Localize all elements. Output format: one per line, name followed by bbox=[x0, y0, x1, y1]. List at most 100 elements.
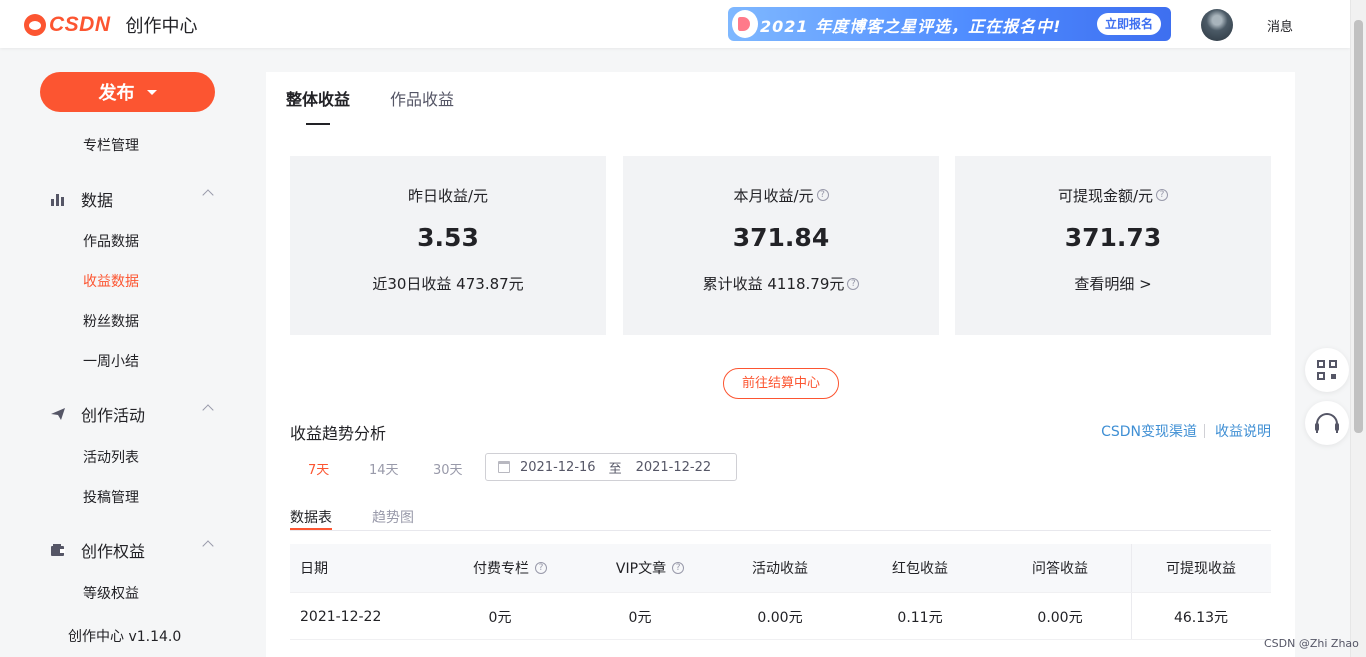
qr-code-button[interactable] bbox=[1305, 348, 1349, 392]
wallet-icon bbox=[50, 542, 66, 558]
stat-yesterday: 昨日收益/元 3.53 近30日收益 473.87元 bbox=[290, 156, 606, 335]
sidebar-group-activities[interactable]: 创作活动 bbox=[50, 402, 214, 426]
view-tabs: 数据表 趋势图 bbox=[290, 507, 1271, 531]
income-explanation-link[interactable]: 收益说明 bbox=[1215, 421, 1271, 441]
sidebar-item-level-rights[interactable]: 等级权益 bbox=[83, 583, 139, 603]
range-selector: 7天 14天 30天 bbox=[308, 459, 463, 478]
csdn-logo-icon bbox=[24, 14, 46, 36]
income-card: 整体收益 作品收益 昨日收益/元 3.53 近30日收益 473.87元 本月收… bbox=[266, 72, 1295, 657]
banner-signup-button[interactable]: 立即报名 bbox=[1096, 13, 1161, 35]
version-label: 创作中心 v1.14.0 bbox=[68, 629, 182, 645]
calendar-icon bbox=[498, 461, 510, 473]
stat-label: 昨日收益/元 bbox=[407, 186, 489, 205]
range-30-days[interactable]: 30天 bbox=[433, 459, 463, 478]
income-table: 日期 付费专栏? VIP文章? 活动收益 红包收益 问答收益 可提现收益 202… bbox=[290, 544, 1271, 640]
cell-date: 2021-12-22 bbox=[300, 609, 382, 625]
stat-value: 371.84 bbox=[732, 223, 830, 252]
help-icon[interactable]: ? bbox=[1156, 189, 1169, 201]
date-range-picker[interactable]: 2021-12-16 至 2021-12-22 bbox=[485, 453, 737, 481]
sidebar-item-works-data[interactable]: 作品数据 bbox=[83, 231, 139, 251]
sidebar-item-column-manage[interactable]: 专栏管理 bbox=[83, 135, 139, 155]
help-icon[interactable]: ? bbox=[535, 562, 547, 574]
banner-text: 2021 年度博客之星评选，正在报名中! bbox=[760, 17, 1062, 36]
sidebar-group-data[interactable]: 数据 bbox=[50, 187, 214, 211]
tab-trend-chart[interactable]: 趋势图 bbox=[372, 507, 414, 527]
sidebar-item-income-data[interactable]: 收益数据 bbox=[83, 271, 139, 291]
chevron-up-icon bbox=[202, 540, 214, 552]
page-scrollbar[interactable] bbox=[1350, 0, 1366, 657]
cell-vip-article: 0元 bbox=[628, 610, 652, 626]
cell-activity-income: 0.00元 bbox=[757, 610, 803, 626]
sidebar-group-rights[interactable]: 创作权益 bbox=[50, 538, 214, 562]
date-start: 2021-12-16 bbox=[520, 459, 596, 475]
sidebar-group-label: 创作权益 bbox=[81, 542, 146, 561]
link-divider bbox=[1204, 424, 1205, 438]
help-icon[interactable]: ? bbox=[816, 189, 829, 201]
tab-overall-income[interactable]: 整体收益 bbox=[286, 86, 350, 110]
tab-works-income[interactable]: 作品收益 bbox=[390, 86, 454, 110]
publish-button[interactable]: 发布 bbox=[40, 72, 215, 112]
column-header-vip-article: VIP文章? bbox=[580, 544, 720, 592]
sidebar-group-label: 数据 bbox=[81, 191, 114, 210]
user-avatar[interactable] bbox=[1201, 9, 1233, 41]
table-header: 日期 付费专栏? VIP文章? 活动收益 红包收益 问答收益 可提现收益 bbox=[290, 544, 1271, 592]
help-icon[interactable]: ? bbox=[847, 277, 860, 290]
column-divider bbox=[1131, 593, 1132, 639]
blog-star-banner[interactable]: 2021 年度博客之星评选，正在报名中! 立即报名 bbox=[728, 7, 1171, 41]
date-separator: 至 bbox=[608, 461, 622, 477]
paper-plane-icon bbox=[50, 406, 66, 422]
watermark: CSDN @Zhi Zhao bbox=[1264, 637, 1359, 650]
headset-icon bbox=[1315, 413, 1339, 433]
view-details-link[interactable]: 查看明细 > bbox=[1074, 273, 1151, 294]
stat-footer: 近30日收益 473.87元 bbox=[372, 275, 524, 293]
publish-label: 发布 bbox=[98, 83, 135, 104]
stat-footer: 累计收益 4118.79元 bbox=[702, 275, 845, 293]
column-header-date: 日期 bbox=[300, 561, 328, 577]
range-14-days[interactable]: 14天 bbox=[369, 459, 399, 478]
column-header-activity-income: 活动收益 bbox=[752, 561, 808, 577]
stat-withdrawable: 可提现金额/元? 371.73 查看明细 > bbox=[955, 156, 1271, 335]
stat-label: 可提现金额/元 bbox=[1057, 186, 1154, 205]
monetization-channel-link[interactable]: CSDN变现渠道 bbox=[1101, 421, 1197, 441]
top-header: CSDN 创作中心 2021 年度博客之星评选，正在报名中! 立即报名 消息 bbox=[0, 0, 1350, 48]
logo-text: CSDN bbox=[49, 13, 111, 36]
column-header-paid-column: 付费专栏? bbox=[440, 544, 580, 592]
range-7-days[interactable]: 7天 bbox=[308, 459, 329, 478]
trend-title: 收益趋势分析 bbox=[290, 424, 387, 443]
income-tabs: 整体收益 作品收益 bbox=[286, 86, 494, 110]
bar-chart-icon bbox=[50, 191, 66, 207]
sidebar-item-fans-data[interactable]: 粉丝数据 bbox=[83, 311, 139, 331]
sidebar-group-label: 创作活动 bbox=[81, 406, 146, 425]
active-subtab-indicator bbox=[290, 528, 332, 530]
sidebar-item-activity-list[interactable]: 活动列表 bbox=[83, 447, 139, 467]
help-icon[interactable]: ? bbox=[672, 562, 685, 574]
settlement-center-button[interactable]: 前往结算中心 bbox=[723, 368, 839, 399]
column-header-qa-income: 问答收益 bbox=[1032, 561, 1088, 577]
cell-red-packet: 0.11元 bbox=[897, 610, 943, 626]
column-divider bbox=[1131, 544, 1132, 592]
csdn-logo[interactable]: CSDN 创作中心 bbox=[24, 12, 198, 38]
cell-qa-income: 0.00元 bbox=[1037, 610, 1083, 626]
stat-this-month: 本月收益/元? 371.84 累计收益 4118.79元? bbox=[623, 156, 939, 335]
chevron-up-icon bbox=[202, 404, 214, 416]
cell-paid-column: 0元 bbox=[488, 610, 512, 626]
stat-value: 371.73 bbox=[1064, 223, 1162, 252]
megaphone-icon bbox=[732, 10, 758, 38]
caret-down-icon bbox=[146, 89, 157, 95]
scrollbar-thumb[interactable] bbox=[1354, 20, 1363, 433]
date-end: 2021-12-22 bbox=[635, 459, 712, 475]
tab-data-table[interactable]: 数据表 bbox=[290, 507, 332, 527]
app-title: 创作中心 bbox=[125, 16, 198, 37]
active-tab-indicator bbox=[306, 123, 330, 125]
qr-code-icon bbox=[1317, 360, 1337, 380]
customer-service-button[interactable] bbox=[1305, 401, 1349, 445]
sidebar-item-submission-manage[interactable]: 投稿管理 bbox=[83, 487, 139, 507]
cell-withdrawable: 46.13元 bbox=[1173, 610, 1229, 626]
column-header-withdrawable: 可提现收益 bbox=[1166, 561, 1236, 577]
messages-link[interactable]: 消息 bbox=[1267, 16, 1293, 35]
help-links: CSDN变现渠道 收益说明 bbox=[1101, 421, 1271, 441]
sidebar-item-weekly-summary[interactable]: 一周小结 bbox=[83, 351, 139, 371]
sidebar: 发布 专栏管理 数据 作品数据 收益数据 粉丝数据 一周小结 创作活动 活动列表… bbox=[0, 48, 254, 657]
stat-value: 3.53 bbox=[417, 223, 479, 252]
chevron-up-icon bbox=[202, 189, 214, 201]
